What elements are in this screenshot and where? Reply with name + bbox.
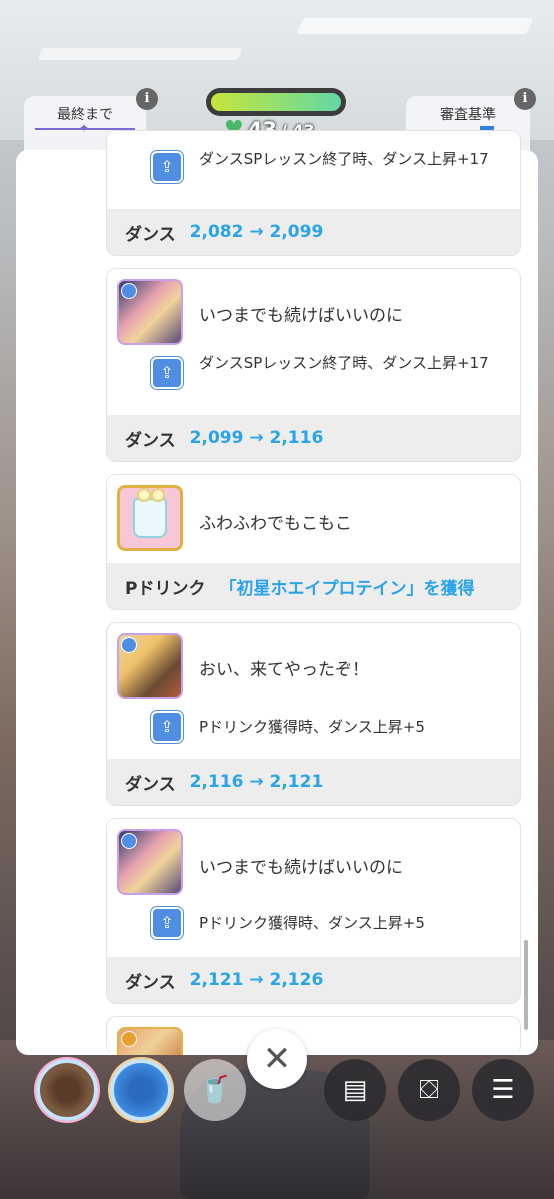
log-card: いつまでも続けばいいのに ⇪ Pドリンク獲得時、ダンス上昇+5 ダンス 2,12…: [106, 818, 521, 1004]
drink-item-thumbnail: [117, 485, 183, 551]
stat-value: 2,121 → 2,126: [189, 970, 324, 990]
stat-label: ダンス: [125, 430, 176, 451]
gift-button[interactable]: ⛋: [398, 1059, 460, 1121]
dance-effect-icon: ⇪: [151, 711, 183, 743]
badge-icon: [121, 1031, 137, 1047]
drink-slot-bottle[interactable]: [36, 1059, 98, 1121]
background-ceiling-light: [296, 18, 534, 34]
card-footer: ダンス 2,082 → 2,099: [107, 209, 520, 255]
stat-label: ダンス: [125, 224, 176, 245]
card-title: いつまでも続けばいいのに: [199, 858, 403, 878]
sparkle-icon: ✦: [79, 121, 90, 135]
criteria-label: 審査基準: [440, 107, 496, 123]
card-footer: ダンス 2,099 → 2,116: [107, 415, 520, 461]
dance-effect-icon: ⇪: [151, 357, 183, 389]
card-title: おい、来てやったぞ！: [199, 660, 369, 680]
stat-value: 2,099 → 2,116: [189, 428, 324, 448]
close-button[interactable]: ✕: [247, 1029, 307, 1089]
memo-button[interactable]: ▤: [324, 1059, 386, 1121]
card-title: ふわふわでもこもこ: [199, 514, 352, 534]
info-icon[interactable]: i: [514, 88, 536, 110]
stat-value: 2,082 → 2,099: [189, 222, 324, 242]
dance-effect-icon: ⇪: [151, 907, 183, 939]
stat-label: ダンス: [125, 774, 176, 795]
support-card-thumbnail: [117, 279, 183, 345]
stat-label: Pドリンク: [125, 578, 206, 599]
log-card: ふわふわでもこもこ Pドリンク 「初星ホエイプロテイン」を獲得: [106, 474, 521, 610]
support-card-thumbnail: [117, 829, 183, 895]
empty-drink-slot-icon[interactable]: 🥤: [184, 1059, 246, 1121]
badge-icon: [121, 283, 137, 299]
gift-box-icon: ⛋: [419, 1075, 439, 1105]
log-card: ⇪ ダンスSPレッスン終了時、ダンス上昇+17 ダンス 2,082 → 2,09…: [106, 130, 521, 256]
effect-text: ダンスSPレッスン終了時、ダンス上昇+17: [199, 354, 489, 372]
stat-label: ダンス: [125, 972, 176, 993]
log-card: いつまでも続けばいいのに ⇪ ダンスSPレッスン終了時、ダンス上昇+17 ダンス…: [106, 268, 521, 462]
support-card-thumbnail: [117, 1027, 183, 1055]
card-footer: Pドリンク 「初星ホエイプロテイン」を獲得: [107, 563, 520, 609]
stamina-bar: [206, 88, 346, 116]
effect-text: Pドリンク獲得時、ダンス上昇+5: [199, 718, 425, 736]
effect-text: Pドリンク獲得時、ダンス上昇+5: [199, 914, 425, 932]
memo-icon: ▤: [342, 1075, 368, 1105]
badge-icon: [121, 833, 137, 849]
info-icon[interactable]: i: [136, 88, 158, 110]
acquired-item: 「初星ホエイプロテイン」を獲得: [219, 578, 475, 599]
background-ceiling-light: [37, 48, 243, 60]
glass-icon: [133, 488, 167, 538]
log-card: おい、来てやったぞ！ ⇪ Pドリンク獲得時、ダンス上昇+5 ダンス 2,116 …: [106, 622, 521, 806]
effect-text: ダンスSPレッスン終了時、ダンス上昇+17: [199, 150, 489, 168]
card-title: いつまでも続けばいいのに: [199, 306, 403, 326]
stat-value: 2,116 → 2,121: [189, 772, 324, 792]
badge-icon: [121, 637, 137, 653]
card-footer: ダンス 2,121 → 2,126: [107, 957, 520, 1003]
log-card: [106, 1016, 521, 1055]
scrollbar-thumb[interactable]: [524, 940, 528, 1030]
stamina-bar-fill: [211, 93, 341, 111]
dance-effect-icon: ⇪: [151, 151, 183, 183]
menu-icon: ☰: [491, 1075, 515, 1105]
support-card-thumbnail: [117, 633, 183, 699]
menu-button[interactable]: ☰: [472, 1059, 534, 1121]
drink-slot-protein[interactable]: [110, 1059, 172, 1121]
card-footer: ダンス 2,116 → 2,121: [107, 759, 520, 805]
